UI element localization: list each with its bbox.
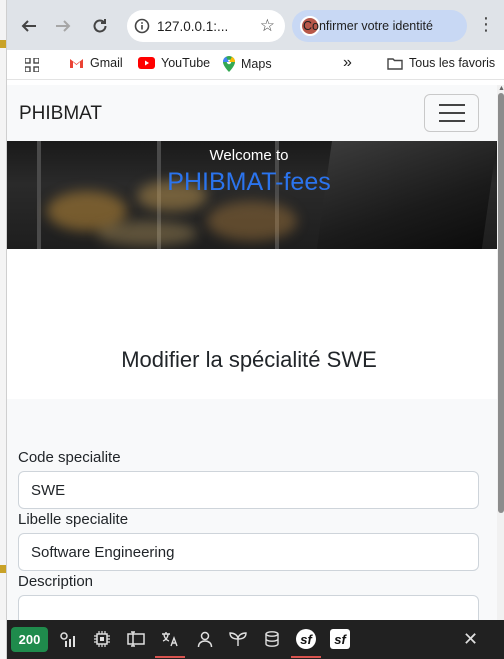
site-info-icon[interactable] [127,18,157,34]
memory-chip-icon[interactable] [91,629,113,649]
twig-leaf-icon[interactable] [227,629,249,649]
page-viewport: PHIBMAT Welcome to PHIBMAT-fees Modifier… [7,85,497,620]
menu-kebab-icon[interactable]: ⋮ [477,14,495,35]
hero-app-name: PHIBMAT-fees [167,168,331,196]
bookmark-label: Gmail [90,56,123,70]
translation-icon[interactable] [155,629,185,658]
performance-icon[interactable] [58,629,80,649]
arrow-left-icon [21,20,36,32]
bookmark-star-icon[interactable]: ☆ [260,16,275,36]
arrow-right-icon [56,20,71,32]
all-bookmarks-label: Tous les favoris [409,56,496,70]
identity-label: Confirmer votre identité [303,19,433,33]
libelle-specialite-label: Libelle specialite [18,511,129,528]
hero-welcome-text: Welcome to [209,147,289,164]
gmail-icon [70,59,83,68]
edit-form: Code specialite SWE Libelle specialite S… [7,399,497,620]
page-title-section: Modifier la spécialité SWE [7,249,497,399]
browser-window: 127.0.0.1:... ☆ Confirmer votre identité… [6,0,504,659]
bookmark-label: Maps [241,57,272,71]
symfony-square-icon: sf [330,629,350,649]
bookmark-youtube[interactable]: YouTube [138,56,210,70]
navbar: PHIBMAT [7,85,497,141]
forward-button[interactable] [47,10,79,42]
libelle-specialite-input[interactable]: Software Engineering [18,533,479,571]
city-lights [207,201,297,241]
navbar-toggler-button[interactable] [424,94,479,132]
city-lights [97,221,197,246]
folder-icon [387,57,403,70]
scroll-up-icon[interactable]: ▲ [498,85,504,92]
code-specialite-input[interactable]: SWE [18,471,479,509]
hamburger-icon [438,120,465,122]
reload-button[interactable] [84,10,116,42]
user-icon[interactable] [194,629,216,649]
debug-toolbar: 200 sf sf ✕ [7,620,504,659]
apps-grid-icon[interactable] [25,58,39,72]
description-input[interactable] [18,595,479,620]
navbar-brand[interactable]: PHIBMAT [19,103,102,125]
browser-toolbar: 127.0.0.1:... ☆ Confirmer votre identité… [7,0,504,50]
page-scrollbar[interactable]: ▲ [497,85,504,620]
bookmarks-overflow-button[interactable]: » [343,54,352,72]
database-icon[interactable] [261,629,283,649]
page-title: Modifier la spécialité SWE [121,347,377,372]
form-inspector-icon[interactable] [125,629,147,649]
status-badge[interactable]: 200 [11,627,48,652]
close-icon[interactable]: ✕ [463,629,478,650]
hamburger-icon [438,104,465,106]
hamburger-icon [438,112,465,114]
bookmark-gmail[interactable]: Gmail [69,56,123,70]
hero-banner: Welcome to PHIBMAT-fees [7,141,497,249]
back-button[interactable] [13,10,45,42]
symfony-logo-icon[interactable]: sf [291,629,321,658]
symfony-round-icon: sf [296,629,316,649]
address-bar[interactable]: 127.0.0.1:... ☆ [127,10,285,42]
identity-chip[interactable]: Confirmer votre identité [292,10,467,42]
all-bookmarks-button[interactable]: Tous les favoris [387,56,495,70]
reload-icon [93,19,107,33]
maps-icon [223,56,235,72]
description-label: Description [18,573,94,590]
address-url: 127.0.0.1:... [157,18,229,34]
bookmarks-bar: Gmail YouTube Maps » Tous les favoris [7,50,504,80]
scrollbar-thumb[interactable] [498,93,504,513]
bookmark-maps[interactable]: Maps [223,56,272,72]
code-specialite-label: Code specialite [18,449,121,466]
bookmark-label: YouTube [161,56,211,70]
youtube-icon [138,57,155,69]
symfony-config-icon[interactable]: sf [329,629,351,649]
